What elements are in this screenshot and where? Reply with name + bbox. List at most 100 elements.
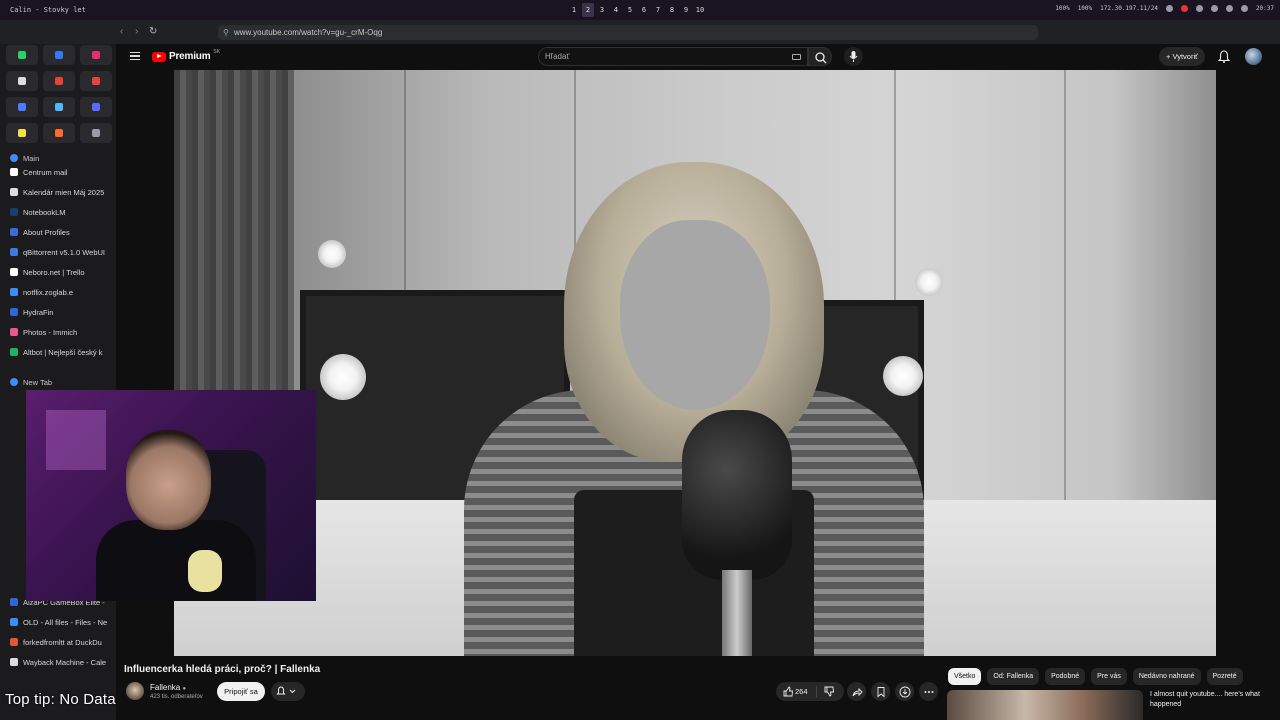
workspace-4[interactable]: 4 [610, 3, 622, 17]
account-avatar[interactable] [1245, 48, 1262, 65]
microphone-icon [849, 51, 858, 62]
more-actions-button[interactable] [919, 682, 938, 701]
favicon-icon [10, 188, 18, 196]
sidebar-tab[interactable]: HydraFin [4, 304, 112, 320]
workspace-1[interactable]: 1 [568, 3, 580, 17]
network-icon[interactable] [1210, 5, 1218, 12]
forward-icon[interactable]: › [135, 26, 138, 37]
sidebar-tab[interactable]: About Profiles [4, 224, 112, 240]
site-info-icon[interactable]: ⚲ [223, 25, 229, 40]
pinned-app-chat[interactable] [6, 97, 38, 117]
pinned-app-drop[interactable] [43, 97, 75, 117]
chip-for-you[interactable]: Pre vás [1091, 668, 1127, 685]
sidebar-tab[interactable]: qBittorrent v5.1.0 WebUI [4, 244, 112, 260]
workspace-3[interactable]: 3 [596, 3, 608, 17]
dislike-icon[interactable] [821, 682, 837, 701]
channel-name[interactable]: Fallenka ● [150, 683, 186, 692]
workspace-6[interactable]: 6 [638, 3, 650, 17]
channel-subscribers: 423 tis. odberateľov [150, 694, 203, 700]
chip-related[interactable]: Podobné [1045, 668, 1086, 685]
pinned-app-x[interactable] [6, 71, 38, 91]
pinned-app-gmail[interactable] [43, 71, 75, 91]
notifications-button[interactable] [1218, 49, 1230, 63]
menu-icon[interactable] [130, 52, 140, 60]
webcam-person-head [126, 430, 211, 530]
pinned-app-notes[interactable] [6, 123, 38, 143]
share-button[interactable] [847, 682, 866, 701]
back-icon[interactable]: ‹ [120, 26, 123, 37]
bluetooth-icon[interactable] [1225, 5, 1233, 12]
sidebar-tab[interactable]: Altbot | Nejlepší český k [4, 344, 112, 360]
pinned-app-whatsapp[interactable] [6, 45, 38, 65]
microphone-stand [722, 570, 752, 656]
tray-icon[interactable] [1165, 5, 1173, 12]
sidebar-tab[interactable]: Neboro.net | Trello [4, 264, 112, 280]
pinned-app-gmail-2[interactable] [80, 71, 112, 91]
workspace-5[interactable]: 5 [624, 3, 636, 17]
sidebar-tab[interactable]: Photos - Immich [4, 324, 112, 340]
sidebar-tab[interactable]: NotebookLM [4, 204, 112, 220]
gmail-icon [55, 77, 63, 85]
address-bar[interactable]: ⚲ www.youtube.com/watch?v=gu-_crM-Oqg [218, 25, 1038, 40]
share-icon [852, 687, 863, 696]
like-separator [816, 686, 817, 697]
settings-icon [92, 129, 100, 137]
search-input[interactable]: Hľadať [538, 47, 808, 66]
reload-icon[interactable]: ↻ [149, 26, 157, 37]
sidebar-tab[interactable]: Centrum mail [4, 164, 112, 180]
save-button[interactable] [871, 682, 890, 701]
voice-search-button[interactable] [844, 47, 863, 66]
sidebar-tab[interactable]: notflix.zoglab.e [4, 284, 112, 300]
workspace-8[interactable]: 8 [666, 3, 678, 17]
workspace-10[interactable]: 10 [694, 3, 706, 17]
workspace-2[interactable]: 2 [582, 3, 594, 17]
related-video-title[interactable]: I almost quit youtube.... here's what ha… [1150, 690, 1275, 710]
related-video-thumbnail[interactable] [947, 690, 1143, 720]
sidebar-tab[interactable]: Wayback Machine - Cale [4, 654, 112, 670]
drop-icon [55, 103, 63, 111]
pinned-app-instagram[interactable] [80, 45, 112, 65]
workspace-9[interactable]: 9 [680, 3, 692, 17]
lamp-right [883, 356, 923, 396]
tab-label: forkedfromltt at DuckDu [23, 637, 102, 647]
search-button[interactable] [808, 47, 832, 66]
tab-label: Wayback Machine - Cale [23, 657, 107, 667]
ip-status: 172.30.197.11/24 [1100, 5, 1158, 12]
x-icon [18, 77, 26, 85]
record-icon[interactable] [1180, 5, 1188, 12]
subscription-bell-button[interactable] [271, 682, 305, 701]
channel-avatar[interactable] [126, 682, 144, 700]
chip-recently-uploaded[interactable]: Nedávno nahrané [1132, 668, 1201, 685]
bell-dropdown-icon [276, 686, 296, 695]
download-button[interactable] [895, 682, 914, 701]
power-icon[interactable] [1240, 5, 1248, 12]
chip-watched[interactable]: Pozreté [1206, 668, 1243, 685]
tab-label: OLD - All files - Files - Ne [23, 617, 108, 627]
pinned-app-fox[interactable] [43, 123, 75, 143]
chip-from-channel[interactable]: Od: Fallenka [987, 668, 1040, 685]
sidebar-tab[interactable]: OLD - All files - Files - Ne [4, 614, 112, 630]
chip-all[interactable]: Všetko [948, 668, 982, 685]
tab-label: HydraFin [23, 307, 54, 317]
logo-region: SK [213, 48, 221, 55]
tab-group-header[interactable]: New Tab [4, 374, 112, 390]
pinned-app-app[interactable] [80, 97, 112, 117]
favicon-icon [10, 228, 18, 236]
like-count[interactable]: 264 [795, 682, 808, 701]
url-text: www.youtube.com/watch?v=gu-_crM-Oqg [234, 28, 383, 37]
pinned-app-messenger[interactable] [43, 45, 75, 65]
webcam-microphone [188, 550, 222, 592]
workspace-7[interactable]: 7 [652, 3, 664, 17]
webcam-person-body [96, 520, 256, 601]
like-icon[interactable] [780, 682, 796, 701]
sidebar-tab[interactable]: Kalendár mien Máj 2025 [4, 184, 112, 200]
join-button[interactable]: Pripojiť sa [217, 682, 265, 701]
sidebar-tab[interactable]: forkedfromltt at DuckDu [4, 634, 112, 650]
video-player[interactable] [174, 70, 1216, 656]
create-button[interactable]: + Vytvoriť [1159, 47, 1205, 66]
volume-icon[interactable] [1195, 5, 1203, 12]
youtube-play-icon [152, 51, 166, 62]
youtube-logo[interactable]: Premium SK [152, 48, 221, 62]
pinned-app-settings[interactable] [80, 123, 112, 143]
keyboard-icon[interactable] [792, 54, 801, 60]
